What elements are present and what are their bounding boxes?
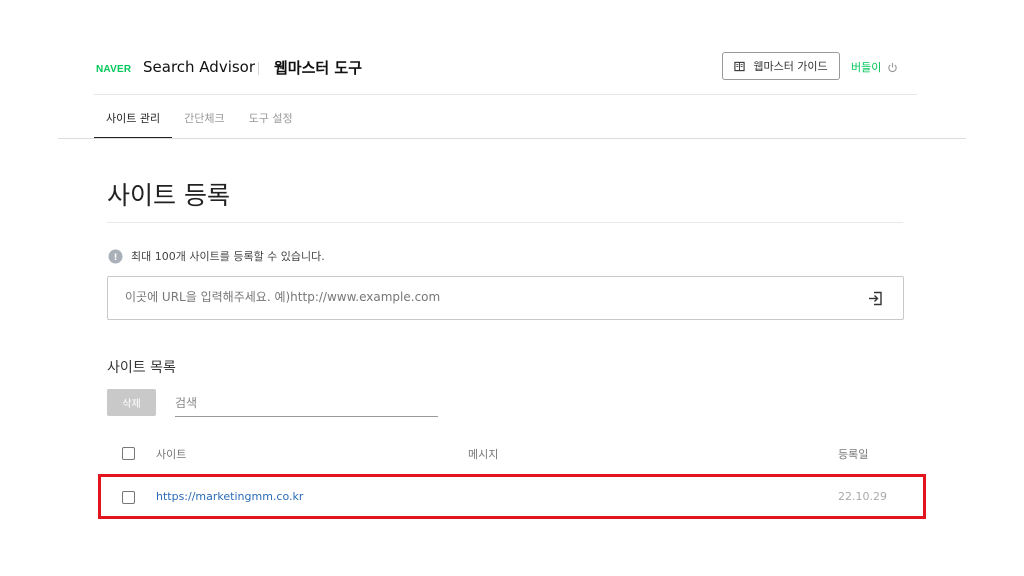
power-icon[interactable] [887,62,898,73]
user-name[interactable]: 버들이 [851,59,881,75]
submit-arrow-icon[interactable] [867,290,884,307]
site-limit-notice: ! 최대 100개 사이트를 등록할 수 있습니다. [108,248,325,264]
svg-text:!: ! [113,253,117,263]
site-list-title: 사이트 목록 [107,360,176,376]
guide-button-label: 웹마스터 가이드 [753,60,828,73]
info-icon: ! [108,249,123,263]
main-tabs: 사이트 관리 간단체크 도구 설정 [94,96,305,139]
site-url-link[interactable]: https://marketingmm.co.kr [156,490,303,503]
top-header: NAVER Search Advisor 웹마스터 도구 웹마스터 가이드 버들… [94,52,917,95]
select-all-checkbox[interactable] [122,447,135,460]
page-title: 사이트 등록 [107,181,230,210]
tab-tool-settings[interactable]: 도구 설정 [237,96,305,139]
site-search-input[interactable] [175,389,438,417]
column-header-message: 메시지 [468,448,499,461]
header-divider [258,62,259,75]
tabs-divider [58,138,966,139]
notice-text: 최대 100개 사이트를 등록할 수 있습니다. [131,250,325,263]
registration-date: 22.10.29 [838,490,887,503]
delete-button[interactable]: 삭제 [107,389,156,416]
column-header-date[interactable]: 등록일 [838,446,868,462]
tab-site-management[interactable]: 사이트 관리 [94,96,173,139]
url-input-box [107,276,904,320]
tab-quick-check[interactable]: 간단체크 [172,96,236,139]
user-menu[interactable]: 버들이 [851,59,898,75]
title-divider [107,222,903,223]
webmaster-tool-title[interactable]: 웹마스터 도구 [274,57,362,78]
naver-logo[interactable]: NAVER [96,64,131,75]
search-advisor-brand[interactable]: Search Advisor [143,58,255,76]
book-icon [734,61,745,71]
url-input[interactable] [125,290,825,304]
column-header-site: 사이트 [156,448,187,461]
row-checkbox[interactable] [122,491,135,504]
webmaster-guide-button[interactable]: 웹마스터 가이드 [722,52,840,80]
